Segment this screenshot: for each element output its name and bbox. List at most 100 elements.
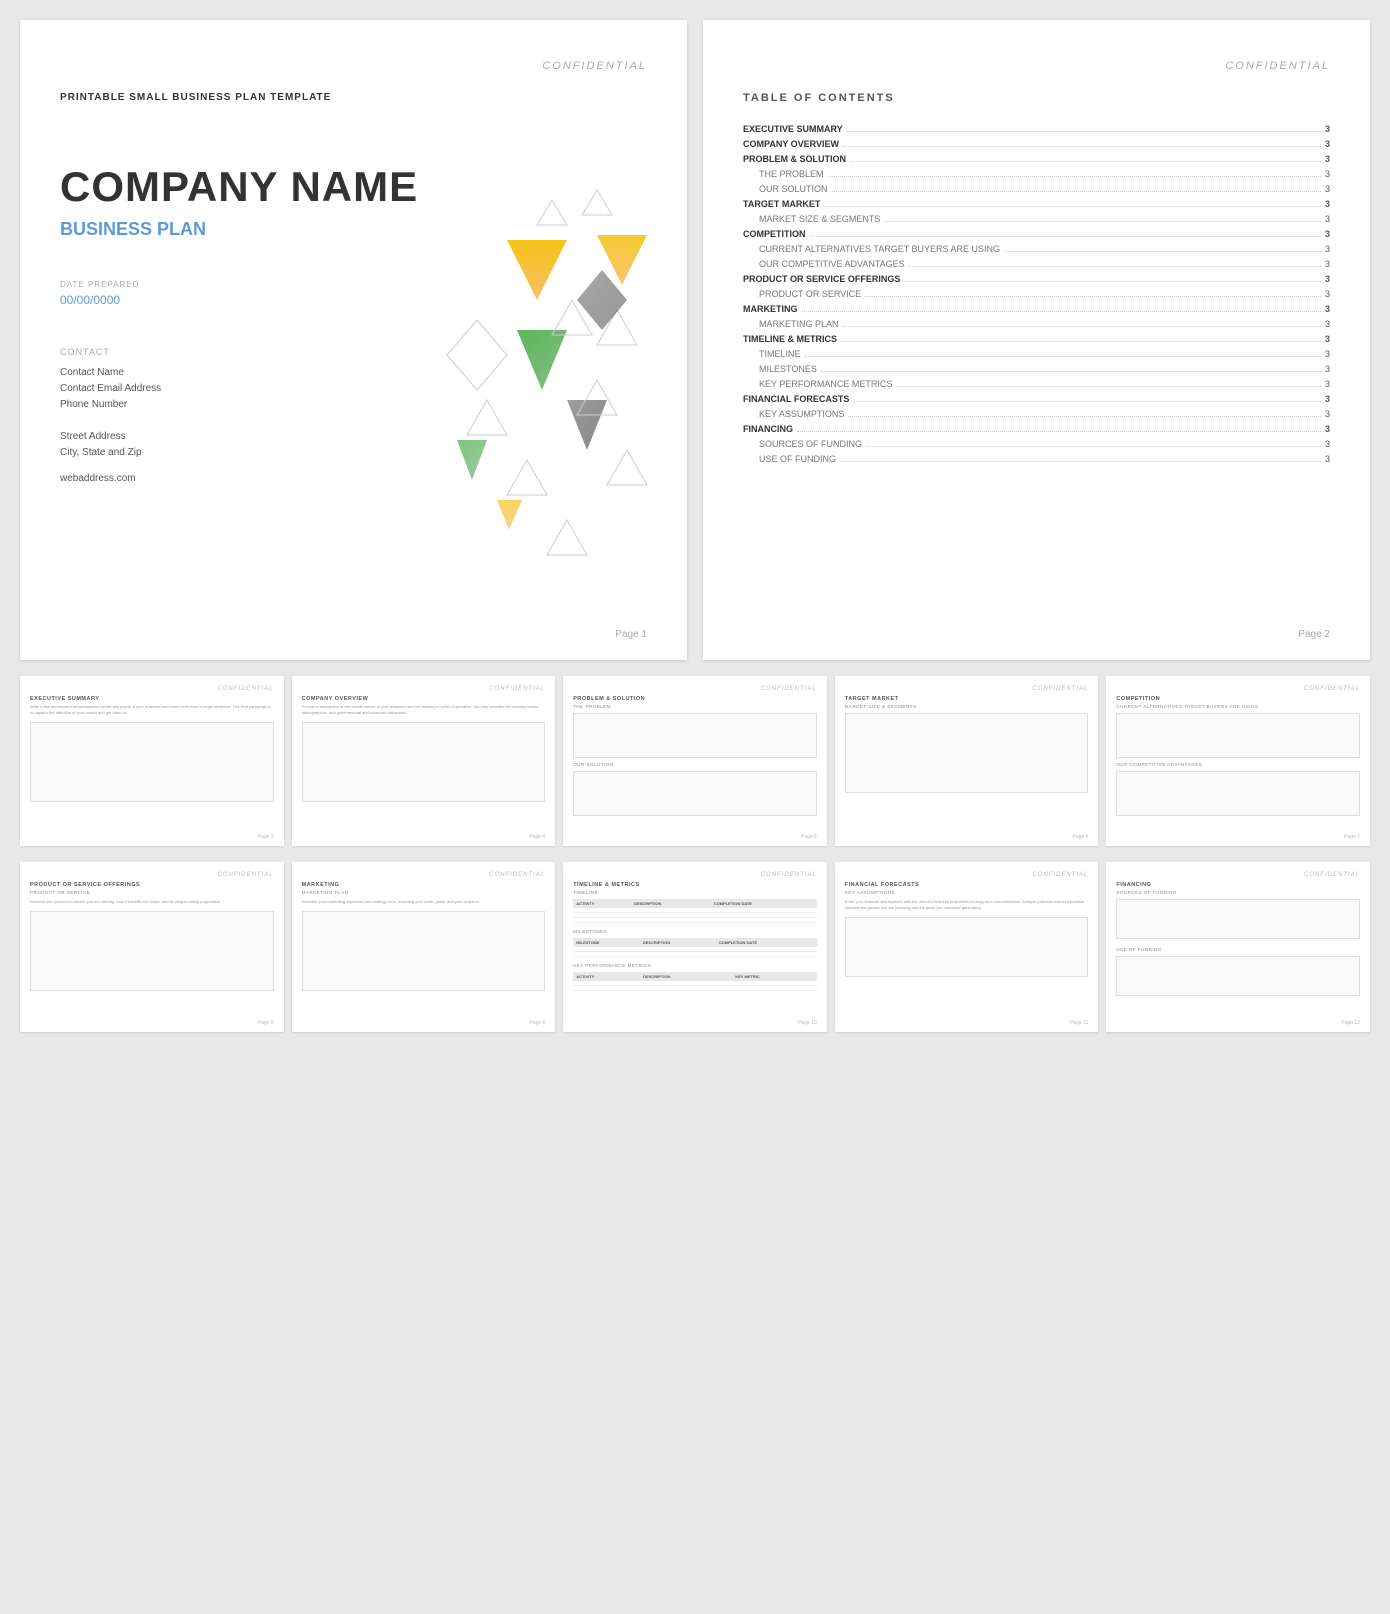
toc-page: 3: [1325, 154, 1330, 164]
toc-entry: MARKET SIZE & SEGMENTS3: [743, 214, 1330, 224]
thumb-confidential: CONFIDENTIAL: [573, 686, 817, 692]
thumb-page-num: Page 4: [529, 834, 545, 840]
toc-dots: [904, 281, 1321, 282]
thumb-content-box: [845, 917, 1089, 977]
thumb-confidential: CONFIDENTIAL: [302, 872, 546, 878]
th-date2: COMPLETION DATE: [716, 938, 817, 947]
thumb-comp-box: [1116, 771, 1360, 816]
thumb-content-box: [30, 911, 274, 991]
thumb-text-block: Describe your marketing objectives and s…: [302, 899, 546, 905]
toc-dots: [896, 386, 1321, 387]
toc-text: OUR COMPETITIVE ADVANTAGES: [759, 259, 905, 269]
thumbnail-card: CONFIDENTIALFINANCINGSOURCES OF FUNDINGU…: [1106, 862, 1370, 1032]
thumbnail-card: CONFIDENTIALFINANCIAL FORECASTSKEY ASSUM…: [835, 862, 1099, 1032]
toc-dots: [828, 176, 1321, 177]
toc-dots: [853, 401, 1321, 402]
toc-page: 3: [1325, 259, 1330, 269]
toc-entry: MARKETING3: [743, 304, 1330, 314]
thumbnail-card: CONFIDENTIAL TARGET MARKET MARKET SIZE & S…: [835, 676, 1099, 846]
confidential-label-p2: CONFIDENTIAL: [743, 60, 1330, 72]
template-label: PRINTABLE SMALL BUSINESS PLAN TEMPLATE: [60, 92, 647, 103]
thumb-our-solution: OUR SOLUTION: [573, 762, 817, 767]
thumb-confidential: CONFIDENTIAL: [845, 686, 1089, 692]
thumb-page-num: Page 10: [798, 1020, 817, 1026]
toc-entry: EXECUTIVE SUMMARY3: [743, 124, 1330, 134]
thumbnail-card: CONFIDENTIALEXECUTIVE SUMMARYWrite a few…: [20, 676, 284, 846]
toc-page: 3: [1325, 124, 1330, 134]
thumb-section-title: EXECUTIVE SUMMARY: [30, 696, 274, 702]
toc-text: CURRENT ALTERNATIVES TARGET BUYERS ARE U…: [759, 244, 1000, 254]
toc-text: OUR SOLUTION: [759, 184, 828, 194]
thumb-use-box: [1116, 956, 1360, 996]
toc-page: 3: [1325, 199, 1330, 209]
toc-page: 3: [1325, 409, 1330, 419]
toc-text: KEY ASSUMPTIONS: [759, 409, 844, 419]
toc-dots: [850, 161, 1321, 162]
thumb-section-title: PROBLEM & SOLUTION: [573, 696, 817, 702]
toc-text: FINANCING: [743, 424, 793, 434]
thumb-confidential: CONFIDENTIAL: [845, 872, 1089, 878]
toc-page: 3: [1325, 169, 1330, 179]
toc-dots: [909, 266, 1321, 267]
toc-entry: OUR COMPETITIVE ADVANTAGES 3: [743, 259, 1330, 269]
main-container: CONFIDENTIAL PRINTABLE SMALL BUSINESS PL…: [20, 20, 1370, 1032]
thumb-section-title: COMPANY OVERVIEW: [302, 696, 546, 702]
th-kpi-metric: KEY METRIC: [732, 972, 817, 981]
toc-entry: TARGET MARKET 3: [743, 199, 1330, 209]
top-pages: CONFIDENTIAL PRINTABLE SMALL BUSINESS PL…: [20, 20, 1370, 660]
toc-dots: [843, 146, 1321, 147]
toc-page: 3: [1325, 364, 1330, 374]
toc-page: 3: [1325, 244, 1330, 254]
thumb-content-box: [845, 713, 1089, 793]
toc-entry: COMPANY OVERVIEW3: [743, 139, 1330, 149]
toc-text: PRODUCT OR SERVICE OFFERINGS: [743, 274, 900, 284]
toc-text: TIMELINE: [759, 349, 801, 359]
toc-text: SOURCES OF FUNDING: [759, 439, 862, 449]
thumbnail-card: CONFIDENTIALCOMPANY OVERVIEWProvide a de…: [292, 676, 556, 846]
thumb-page-num: Page 8: [258, 1020, 274, 1026]
thumb-section-title: TIMELINE & METRICS: [573, 882, 817, 888]
toc-text: TARGET MARKET: [743, 199, 820, 209]
toc-page: 3: [1325, 424, 1330, 434]
thumb-sub-title: TIMELINE: [573, 890, 817, 895]
toc-page: 3: [1325, 454, 1330, 464]
toc-dots: [866, 446, 1321, 447]
thumb-page-num: Page 6: [1073, 834, 1089, 840]
th-kpi-desc: DESCRIPTION: [640, 972, 732, 981]
toc-dots: [821, 371, 1321, 372]
thumbnail-card: CONFIDENTIALCOMPETITIONCURRENT ALTERNATI…: [1106, 676, 1370, 846]
toc-entry: USE OF FUNDING 3: [743, 454, 1330, 464]
toc-page: 3: [1325, 139, 1330, 149]
toc-page: 3: [1325, 394, 1330, 404]
thumb-content-box: [573, 713, 817, 758]
toc-page: 3: [1325, 229, 1330, 239]
milestones-label: MILESTONES: [573, 929, 817, 934]
thumb-page-num: Page 9: [529, 1020, 545, 1026]
toc-dots: [1004, 251, 1321, 252]
thumb-text-block: Provide a description of the overall nat…: [302, 704, 546, 716]
thumb-text-block: Write a few sentences that summarizes al…: [30, 704, 274, 716]
toc-page: 3: [1325, 184, 1330, 194]
thumb-text-block: Describe the product or service you are …: [30, 899, 274, 905]
thumb-content-box: [30, 722, 274, 802]
thumb-sub-title: MARKET SIZE & SEGMENTS: [845, 704, 1089, 709]
toc-dots: [832, 191, 1321, 192]
toc-page: 3: [1325, 289, 1330, 299]
toc-text: THE PROBLEM: [759, 169, 824, 179]
toc-text: KEY PERFORMANCE METRICS: [759, 379, 892, 389]
thumb-confidential: CONFIDENTIAL: [1116, 686, 1360, 692]
toc-text: TIMELINE & METRICS: [743, 334, 837, 344]
thumb-section-title: FINANCIAL FORECASTS: [845, 882, 1089, 888]
toc-entry: SOURCES OF FUNDING 3: [743, 439, 1330, 449]
toc-entry: THE PROBLEM 3: [743, 169, 1330, 179]
toc-text: USE OF FUNDING: [759, 454, 836, 464]
th-kpi-activity: ACTIVITY: [573, 972, 640, 981]
thumb-section-title: TARGET MARKET: [845, 696, 1089, 702]
page-number-1: Page 1: [615, 629, 647, 640]
toc-dots: [797, 431, 1321, 432]
toc-page: 3: [1325, 439, 1330, 449]
thumb-page-num: Page 5: [801, 834, 817, 840]
toc-text: FINANCIAL FORECASTS: [743, 394, 849, 404]
toc-text: COMPETITION: [743, 229, 806, 239]
toc-dots: [865, 296, 1321, 297]
